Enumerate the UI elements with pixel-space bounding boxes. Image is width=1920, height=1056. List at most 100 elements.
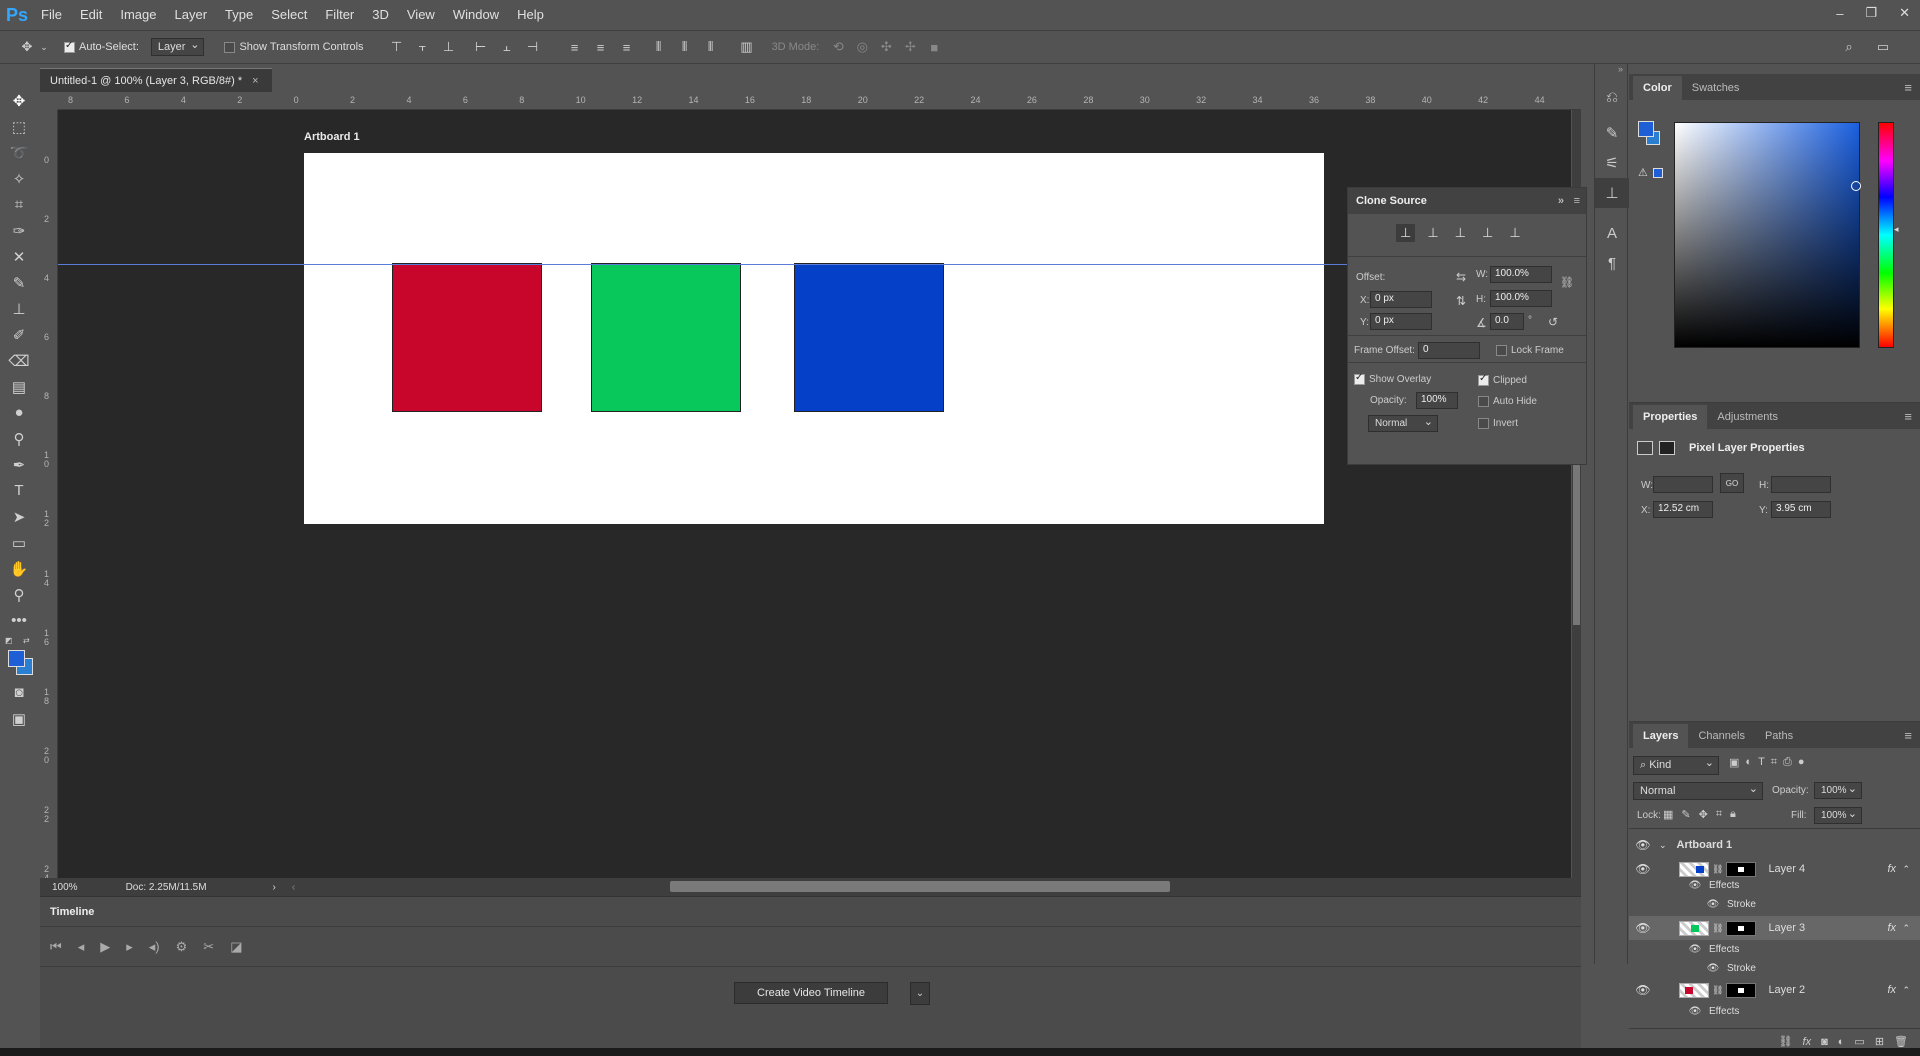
document-tab[interactable]: Untitled-1 @ 100% (Layer 3, RGB/8#) * × <box>40 68 272 92</box>
menu-layer[interactable]: Layer <box>166 0 217 30</box>
collapse-effects-icon[interactable]: ⌃ <box>1902 985 1910 996</box>
brush-tool-icon[interactable]: ✎ <box>5 270 33 295</box>
zoom-level[interactable]: 100% <box>52 882 78 893</box>
menu-filter[interactable]: Filter <box>316 0 363 30</box>
effects-row[interactable]: 👁︎ Effects <box>1629 876 1920 895</box>
visibility-eye-icon[interactable]: 👁︎ <box>1631 983 1655 997</box>
menu-edit[interactable]: Edit <box>71 0 111 30</box>
move-tool-icon[interactable]: ✥ <box>5 88 33 113</box>
stroke-effect-row[interactable]: 👁︎ Stroke <box>1629 959 1920 978</box>
auto-hide-checkbox[interactable]: Auto Hide <box>1478 396 1537 407</box>
magic-wand-tool-icon[interactable]: ✧ <box>5 166 33 191</box>
rotation-input[interactable]: 0.0 <box>1490 313 1524 330</box>
layer-opacity-input[interactable]: 100% <box>1814 782 1862 799</box>
swap-colors-icon[interactable]: ⇄ <box>23 636 30 645</box>
dock-collapse-icon[interactable]: » <box>1595 64 1627 74</box>
clone-stamp-tool-icon[interactable]: ⊥ <box>5 296 33 321</box>
pen-tool-icon[interactable]: ✒ <box>5 452 33 477</box>
auto-select-checkbox[interactable]: Auto-Select: <box>64 40 139 53</box>
close-tab-icon[interactable]: × <box>252 75 258 87</box>
hand-tool-icon[interactable]: ✋ <box>5 556 33 581</box>
x-offset-input[interactable]: 0 px <box>1370 291 1432 308</box>
3d-drag-icon[interactable]: ✣ <box>875 36 897 58</box>
prop-x-input[interactable]: 12.52 cm <box>1653 501 1713 518</box>
new-layer-icon[interactable]: ⊞ <box>1875 1035 1884 1048</box>
first-frame-icon[interactable]: ⏮ <box>50 939 62 955</box>
3d-orbit-icon[interactable]: ⟲ <box>827 36 849 58</box>
invert-checkbox[interactable]: Invert <box>1478 418 1518 429</box>
rectangle-tool-icon[interactable]: ▭ <box>5 530 33 555</box>
gradient-tool-icon[interactable]: ▤ <box>5 374 33 399</box>
distribute-left-icon[interactable]: ⦀ <box>648 36 670 58</box>
default-colors-icon[interactable]: ◩ <box>5 636 13 645</box>
status-menu-icon[interactable]: › <box>273 882 276 893</box>
screen-mode-icon[interactable]: ▣ <box>5 706 33 731</box>
scroll-left-icon[interactable]: ‹ <box>292 882 295 893</box>
layer-mask-thumbnail[interactable] <box>1726 861 1757 877</box>
distribute-hcenter-icon[interactable]: ⦀ <box>674 36 696 58</box>
3d-camera-icon[interactable]: ■ <box>923 36 945 58</box>
zoom-tool-icon[interactable]: ⚲ <box>5 582 33 607</box>
horizontal-scroll-thumb[interactable] <box>670 881 1170 892</box>
artboard-label[interactable]: Artboard 1 <box>304 131 360 143</box>
effects-row[interactable]: 👁︎ Effects <box>1629 940 1920 959</box>
distribute-bottom-icon[interactable]: ≡ <box>616 36 638 58</box>
effects-label[interactable]: Effects <box>1709 1006 1739 1017</box>
paragraph-panel-icon[interactable]: ¶ <box>1595 248 1629 278</box>
tab-layers[interactable]: Layers <box>1633 724 1689 748</box>
filter-adjustment-icon[interactable]: ◐ <box>1745 756 1752 769</box>
dodge-tool-icon[interactable]: ⚲ <box>5 426 33 451</box>
stroke-visibility-icon[interactable]: 👁︎ <box>1701 963 1725 974</box>
layer-row-layer-3[interactable]: 👁︎ ⛓ Layer 3 fx ⌃ <box>1629 916 1920 940</box>
fx-icon[interactable]: fx <box>1887 922 1896 934</box>
lock-transparency-icon[interactable]: ▦ <box>1663 808 1673 821</box>
lasso-tool-icon[interactable]: ➰ <box>5 140 33 165</box>
minimize-icon[interactable]: – <box>1836 6 1843 21</box>
effects-visibility-icon[interactable]: 👁︎ <box>1683 1006 1707 1017</box>
delete-layer-icon[interactable]: 🗑︎ <box>1894 1035 1908 1048</box>
marquee-tool-icon[interactable]: ⬚ <box>5 114 33 139</box>
effects-visibility-icon[interactable]: 👁︎ <box>1683 880 1707 891</box>
link-scale-icon[interactable]: ⛓ <box>1560 276 1574 289</box>
foreground-color-swatch[interactable] <box>8 650 25 667</box>
color-picker-cursor[interactable] <box>1851 181 1861 191</box>
gamut-swatch[interactable] <box>1653 168 1663 178</box>
tab-swatches[interactable]: Swatches <box>1682 76 1750 100</box>
layer-name[interactable]: Layer 4 <box>1768 863 1805 875</box>
create-video-timeline-button[interactable]: Create Video Timeline <box>734 982 889 1004</box>
tab-color[interactable]: Color <box>1633 76 1682 100</box>
lock-frame-checkbox[interactable]: Lock Frame <box>1496 345 1564 356</box>
reset-transform-icon[interactable]: ↺ <box>1548 315 1558 329</box>
show-overlay-checkbox[interactable]: Show Overlay <box>1354 372 1431 385</box>
layer-name[interactable]: Layer 3 <box>1768 922 1805 934</box>
layer-thumbnail[interactable] <box>1679 861 1709 877</box>
filter-type-icon[interactable]: T <box>1758 756 1765 769</box>
menu-select[interactable]: Select <box>262 0 316 30</box>
crop-tool-icon[interactable]: ⌗ <box>5 192 33 217</box>
y-offset-input[interactable]: 0 px <box>1370 313 1432 330</box>
collapse-panel-icon[interactable]: » <box>1558 195 1564 207</box>
clone-source-5-icon[interactable]: ⊥ <box>1505 224 1524 242</box>
layer-mask-thumbnail[interactable] <box>1726 982 1757 998</box>
distribute-vcenter-icon[interactable]: ≡ <box>590 36 612 58</box>
next-frame-icon[interactable]: ▸ <box>126 939 133 955</box>
move-tool-icon[interactable]: ✥ <box>16 36 38 58</box>
menu-3d[interactable]: 3D <box>363 0 398 30</box>
lock-pixels-icon[interactable]: ✎ <box>1681 808 1690 821</box>
split-icon[interactable]: ✂ <box>203 939 214 955</box>
align-hcenter-icon[interactable]: ⫠ <box>496 36 518 58</box>
align-bottom-icon[interactable]: ⊥ <box>438 36 460 58</box>
filter-shape-icon[interactable]: ⌗ <box>1771 756 1777 769</box>
settings-icon[interactable]: ⚙ <box>176 939 188 955</box>
transition-icon[interactable]: ◪ <box>230 939 242 955</box>
search-icon[interactable]: ⌕ <box>1838 36 1860 58</box>
height-scale-input[interactable]: 100.0% <box>1490 290 1552 307</box>
visibility-eye-icon[interactable]: 👁︎ <box>1631 862 1655 876</box>
tab-paths[interactable]: Paths <box>1755 724 1803 748</box>
stroke-label[interactable]: Stroke <box>1727 899 1756 910</box>
filter-toggle-icon[interactable]: ● <box>1798 756 1805 769</box>
overlay-opacity-input[interactable]: 100% <box>1416 392 1458 409</box>
path-selection-tool-icon[interactable]: ➤ <box>5 504 33 529</box>
layer-thumbnail[interactable] <box>1679 920 1709 936</box>
new-group-icon[interactable]: ▭ <box>1854 1035 1864 1048</box>
